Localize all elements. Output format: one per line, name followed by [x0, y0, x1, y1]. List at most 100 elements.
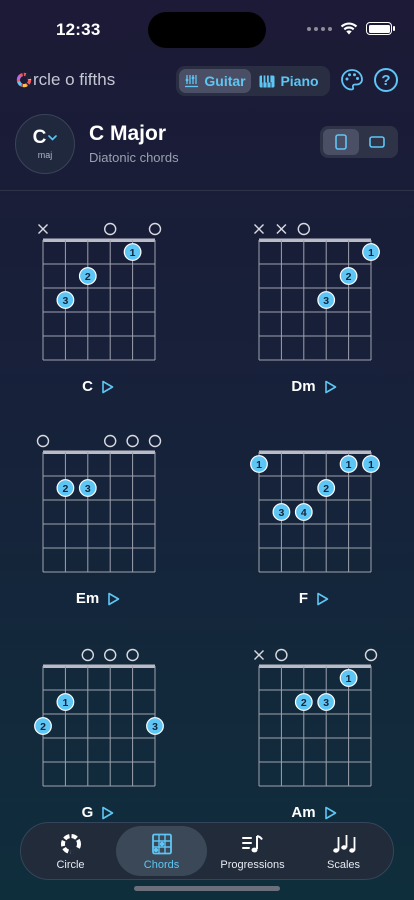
wifi-icon — [340, 22, 358, 35]
finger-number: 3 — [85, 483, 91, 495]
finger-dot: 3 — [146, 717, 164, 735]
tab-chords[interactable]: Chords — [116, 826, 207, 876]
finger-dot: 2 — [56, 479, 75, 497]
key-title: C Major — [89, 122, 167, 145]
instrument-toggle: Guitar Piano — [176, 66, 330, 96]
open-string-marker — [36, 434, 50, 448]
cellular-signal-icon — [307, 26, 332, 31]
key-row: C maj C Major Diatonic chords — [0, 112, 414, 174]
landscape-layout-button[interactable] — [359, 129, 395, 155]
tab-scales[interactable]: Scales — [298, 826, 389, 876]
nut — [43, 238, 155, 242]
finger-number: 1 — [368, 459, 374, 471]
finger-number: 1 — [346, 459, 352, 471]
status-icons — [307, 22, 395, 35]
guitar-icon — [185, 75, 199, 88]
home-indicator — [134, 886, 280, 891]
help-button[interactable]: ? — [374, 68, 398, 92]
open-string-marker — [103, 648, 117, 662]
chord-name: Em — [75, 590, 100, 607]
chord-label-row: Am — [244, 804, 384, 821]
circle-icon — [60, 833, 81, 854]
chord-card[interactable]: 1 2 3 Dm — [244, 218, 384, 398]
finger-dot: 1 — [56, 693, 75, 711]
chord-grid-icon — [151, 833, 172, 854]
status-time: 12:33 — [56, 20, 101, 39]
play-icon[interactable] — [101, 380, 114, 394]
open-string-marker — [103, 434, 117, 448]
finger-number: 2 — [323, 483, 329, 495]
key-letter-text: C — [32, 127, 47, 148]
play-icon[interactable] — [316, 592, 329, 606]
open-string-marker — [364, 648, 378, 662]
finger-dot: 3 — [56, 291, 75, 309]
portrait-layout-button[interactable] — [323, 129, 359, 155]
chord-label-row: C — [28, 378, 168, 395]
palette-icon[interactable] — [340, 68, 364, 92]
finger-dot: 3 — [317, 693, 336, 711]
app-logo-icon — [16, 72, 32, 88]
status-bar: 12:33 — [0, 0, 414, 60]
finger-number: 2 — [62, 483, 68, 495]
play-icon[interactable] — [101, 806, 114, 820]
finger-number: 2 — [301, 697, 307, 709]
header-divider — [0, 190, 414, 191]
open-string-marker — [148, 434, 162, 448]
finger-number: 2 — [346, 271, 352, 283]
tab-scales-label: Scales — [326, 858, 361, 871]
guitar-toggle-button[interactable]: Guitar — [179, 69, 251, 93]
chord-card[interactable]: 1 2 3 Am — [244, 644, 384, 824]
finger-dot: 1 — [339, 669, 358, 687]
finger-number: 3 — [152, 721, 158, 733]
open-string-marker — [126, 648, 139, 662]
chord-card[interactable]: 1 2 3 G — [28, 644, 168, 824]
chevron-down-icon — [48, 134, 58, 141]
finger-number: 1 — [368, 247, 374, 259]
chord-name: C — [82, 378, 93, 395]
piano-toggle-button[interactable]: Piano — [251, 69, 327, 93]
finger-dot: 4 — [294, 503, 313, 521]
chord-card[interactable]: 1 1 1 2 3 4 F — [244, 430, 384, 610]
finger-number: 1 — [346, 673, 352, 685]
finger-dot: 3 — [272, 503, 291, 521]
key-mode: maj — [37, 150, 53, 160]
chord-diagram: 1 2 3 — [34, 648, 164, 787]
play-icon[interactable] — [324, 806, 337, 820]
finger-number: 2 — [40, 721, 46, 733]
muted-string-marker — [254, 224, 264, 234]
nut — [259, 238, 371, 242]
finger-dot: 3 — [78, 479, 97, 497]
chord-card[interactable]: 1 2 3 C — [28, 218, 168, 398]
play-icon[interactable] — [324, 380, 337, 394]
tab-progressions-label: Progressions — [220, 858, 285, 871]
tab-bar: Circle Chords Progressions Scales — [20, 822, 394, 880]
finger-number: 3 — [323, 697, 329, 709]
chord-diagram: 1 2 3 — [38, 222, 162, 361]
portrait-icon — [335, 134, 347, 150]
play-icon[interactable] — [107, 592, 120, 606]
finger-number: 1 — [62, 697, 68, 709]
tab-progressions[interactable]: Progressions — [207, 826, 298, 876]
nut — [43, 664, 155, 668]
finger-number: 4 — [301, 507, 307, 519]
finger-number: 1 — [256, 459, 262, 471]
finger-number: 3 — [323, 295, 329, 307]
piano-toggle-label: Piano — [280, 73, 319, 89]
nut — [259, 664, 371, 668]
key-letter: C — [33, 128, 58, 147]
layout-toggle — [320, 126, 398, 158]
landscape-icon — [369, 136, 385, 148]
chord-diagram: 1 2 3 — [254, 648, 378, 787]
finger-dot: 2 — [78, 267, 97, 285]
chord-diagram: 1 1 1 2 3 4 — [250, 450, 380, 573]
app-title-text: rcle o fifths — [33, 70, 116, 89]
chord-name: Am — [291, 804, 316, 821]
open-string-marker — [103, 222, 117, 236]
key-selector-button[interactable]: C maj — [15, 114, 75, 174]
tab-circle[interactable]: Circle — [25, 826, 116, 876]
open-string-marker — [126, 434, 139, 448]
key-subtitle: Diatonic chords — [89, 150, 179, 165]
dynamic-island — [148, 12, 266, 48]
finger-number: 2 — [85, 271, 91, 283]
chord-card[interactable]: 2 3 Em — [28, 430, 168, 610]
